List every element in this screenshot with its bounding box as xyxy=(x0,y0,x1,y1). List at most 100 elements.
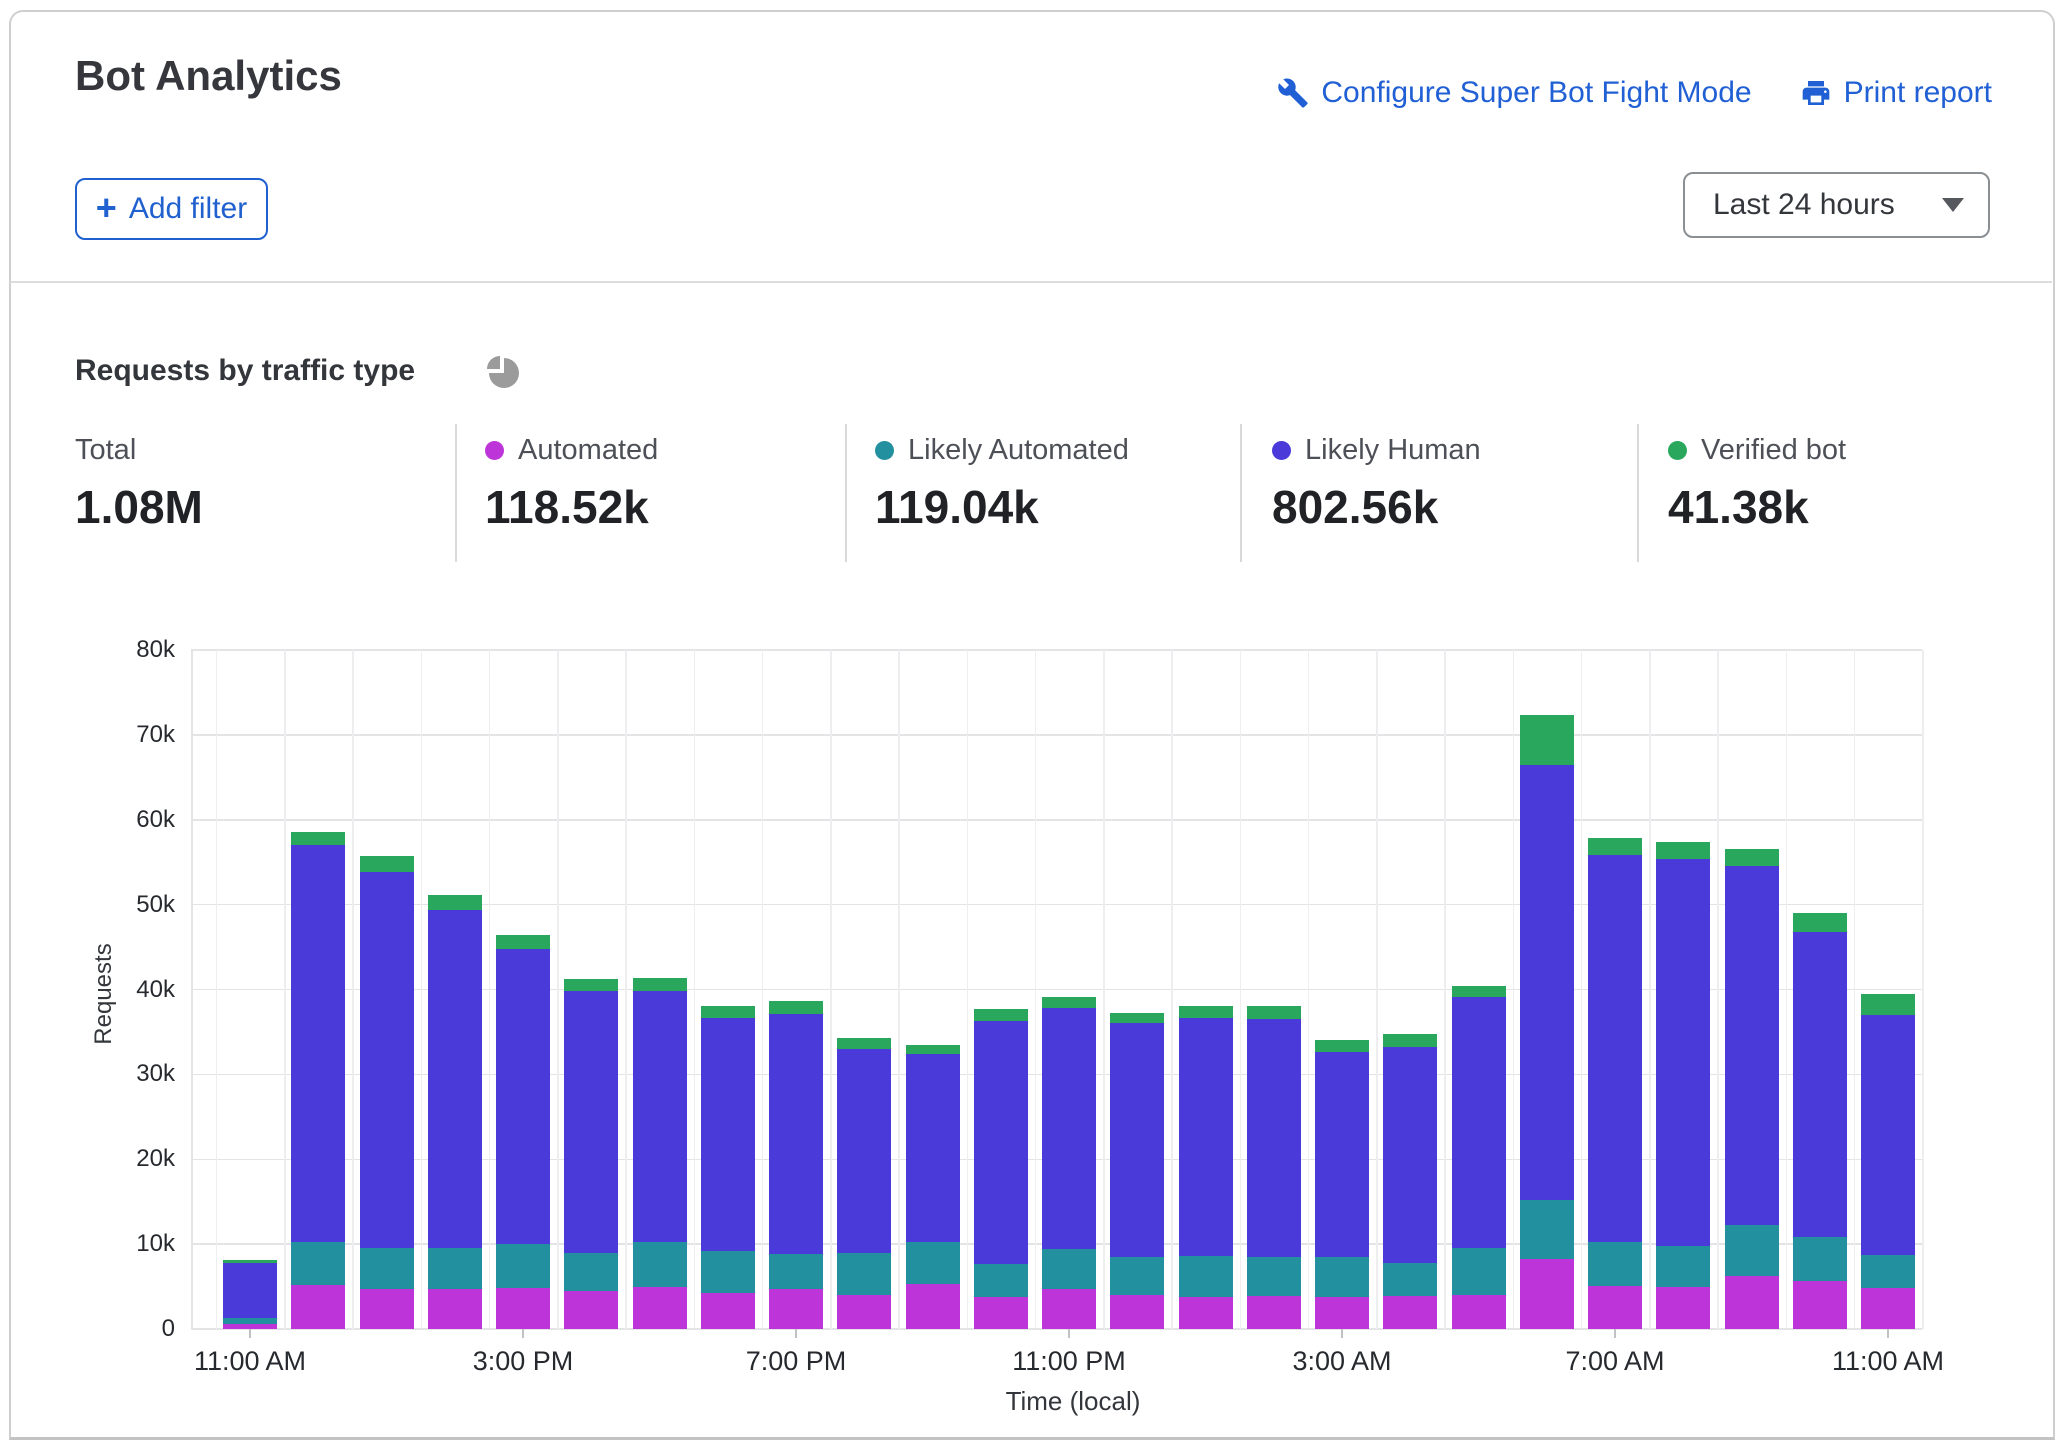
bar-segment-likely-human xyxy=(223,1263,277,1318)
bar-4-00-am[interactable] xyxy=(1383,1034,1437,1329)
bar-segment-verified-bot xyxy=(1383,1034,1437,1047)
y-tick-label: 60k xyxy=(75,805,175,835)
bar-segment-verified-bot xyxy=(1247,1006,1301,1019)
stat-automated-label: Automated xyxy=(518,434,658,467)
bar-5-00-am[interactable] xyxy=(1452,986,1506,1329)
bar-segment-automated xyxy=(1861,1288,1915,1329)
bar-8-00-pm[interactable] xyxy=(837,1038,891,1329)
bar-11-00-am[interactable] xyxy=(223,1260,277,1329)
bar-2-00-am[interactable] xyxy=(1247,1006,1301,1329)
bar-segment-automated xyxy=(1315,1297,1369,1329)
bar-3-00-pm[interactable] xyxy=(496,935,550,1329)
chevron-down-icon xyxy=(1942,198,1964,212)
stat-likely-human[interactable]: Likely Human 802.56k xyxy=(1272,432,1481,534)
bar-segment-likely-human xyxy=(496,949,550,1244)
bar-segment-likely-automated xyxy=(1383,1263,1437,1296)
bar-segment-likely-automated xyxy=(496,1244,550,1288)
bar-7-00-pm[interactable] xyxy=(769,1001,823,1329)
x-tick-label: 11:00 AM xyxy=(160,1346,340,1377)
stat-automated[interactable]: Automated 118.52k xyxy=(485,432,658,534)
bar-segment-automated xyxy=(837,1295,891,1329)
bar-segment-likely-human xyxy=(1588,855,1642,1243)
x-gridline xyxy=(1103,650,1105,1329)
bar-segment-automated xyxy=(1793,1281,1847,1329)
add-filter-button[interactable]: + Add filter xyxy=(75,178,268,240)
x-axis-tick xyxy=(1887,1329,1889,1338)
bar-10-00-am[interactable] xyxy=(1793,913,1847,1329)
configure-super-bot-fight-mode-link[interactable]: Configure Super Bot Fight Mode xyxy=(1277,76,1751,110)
bar-segment-likely-automated xyxy=(291,1242,345,1284)
x-gridline xyxy=(352,650,354,1329)
x-gridline xyxy=(489,650,491,1329)
bar-segment-likely-human xyxy=(428,910,482,1249)
stat-verified-bot[interactable]: Verified bot 41.38k xyxy=(1668,432,1846,534)
bar-7-00-am[interactable] xyxy=(1588,838,1642,1329)
x-tick-label: 7:00 PM xyxy=(706,1346,886,1377)
bar-segment-automated xyxy=(633,1287,687,1329)
stat-divider xyxy=(1240,424,1242,562)
x-gridline xyxy=(284,650,286,1329)
bar-1-00-pm[interactable] xyxy=(360,856,414,1329)
bar-segment-verified-bot xyxy=(1588,838,1642,855)
bar-9-00-am[interactable] xyxy=(1725,849,1779,1329)
bar-2-00-pm[interactable] xyxy=(428,895,482,1329)
bar-segment-automated xyxy=(428,1289,482,1329)
print-report-link[interactable]: Print report xyxy=(1800,76,1992,110)
bar-segment-likely-human xyxy=(564,991,618,1252)
bar-segment-verified-bot xyxy=(1042,997,1096,1008)
bar-segment-likely-human xyxy=(769,1014,823,1254)
configure-link-label: Configure Super Bot Fight Mode xyxy=(1321,76,1751,110)
bar-segment-likely-human xyxy=(1725,866,1779,1225)
stat-total: Total 1.08M xyxy=(75,432,203,534)
x-tick-label: 7:00 AM xyxy=(1525,1346,1705,1377)
add-filter-label: Add filter xyxy=(129,192,247,226)
bar-segment-verified-bot xyxy=(1179,1006,1233,1018)
bar-segment-likely-human xyxy=(1793,932,1847,1238)
bar-10-00-pm[interactable] xyxy=(974,1009,1028,1329)
bar-segment-likely-human xyxy=(1520,765,1574,1200)
x-gridline xyxy=(1171,650,1173,1329)
y-axis-title: Requests xyxy=(90,943,118,1044)
bar-segment-automated xyxy=(769,1289,823,1329)
y-gridline xyxy=(191,649,1922,651)
x-gridline xyxy=(762,650,764,1329)
bar-segment-verified-bot xyxy=(769,1001,823,1015)
bar-1-00-am[interactable] xyxy=(1179,1006,1233,1329)
bar-12-00-pm[interactable] xyxy=(291,832,345,1329)
x-gridline xyxy=(1922,650,1924,1329)
bar-segment-likely-automated xyxy=(1042,1249,1096,1289)
bar-8-00-am[interactable] xyxy=(1656,842,1710,1329)
bar-11-00-am[interactable] xyxy=(1861,994,1915,1329)
likely-human-legend-dot xyxy=(1272,441,1291,460)
stat-likely-automated-value: 119.04k xyxy=(875,480,1129,534)
bar-11-00-pm[interactable] xyxy=(1042,997,1096,1329)
x-gridline xyxy=(1444,650,1446,1329)
x-gridline xyxy=(216,650,218,1329)
bar-6-00-am[interactable] xyxy=(1520,715,1574,1329)
bar-segment-automated xyxy=(1656,1287,1710,1329)
bar-segment-likely-automated xyxy=(1588,1242,1642,1285)
bar-12-00-am[interactable] xyxy=(1110,1013,1164,1329)
x-gridline xyxy=(1308,650,1310,1329)
plot-left-edge xyxy=(191,650,193,1329)
stat-automated-value: 118.52k xyxy=(485,480,658,534)
x-axis-tick xyxy=(249,1329,251,1338)
time-range-select[interactable]: Last 24 hours xyxy=(1683,172,1990,238)
bar-segment-verified-bot xyxy=(291,832,345,845)
bar-segment-verified-bot xyxy=(1725,849,1779,866)
stat-likely-automated[interactable]: Likely Automated 119.04k xyxy=(875,432,1129,534)
bar-6-00-pm[interactable] xyxy=(701,1006,755,1329)
y-gridline xyxy=(191,819,1922,821)
section-title: Requests by traffic type xyxy=(75,354,415,388)
bar-9-00-pm[interactable] xyxy=(906,1045,960,1329)
x-axis-tick xyxy=(795,1329,797,1338)
bar-4-00-pm[interactable] xyxy=(564,979,618,1329)
bar-segment-automated xyxy=(1383,1296,1437,1329)
bar-3-00-am[interactable] xyxy=(1315,1040,1369,1329)
x-axis-tick xyxy=(1068,1329,1070,1338)
stat-likely-automated-label: Likely Automated xyxy=(908,434,1129,467)
bar-5-00-pm[interactable] xyxy=(633,978,687,1329)
bar-segment-likely-human xyxy=(291,845,345,1242)
x-tick-label: 11:00 AM xyxy=(1798,1346,1978,1377)
bar-segment-likely-automated xyxy=(360,1248,414,1290)
